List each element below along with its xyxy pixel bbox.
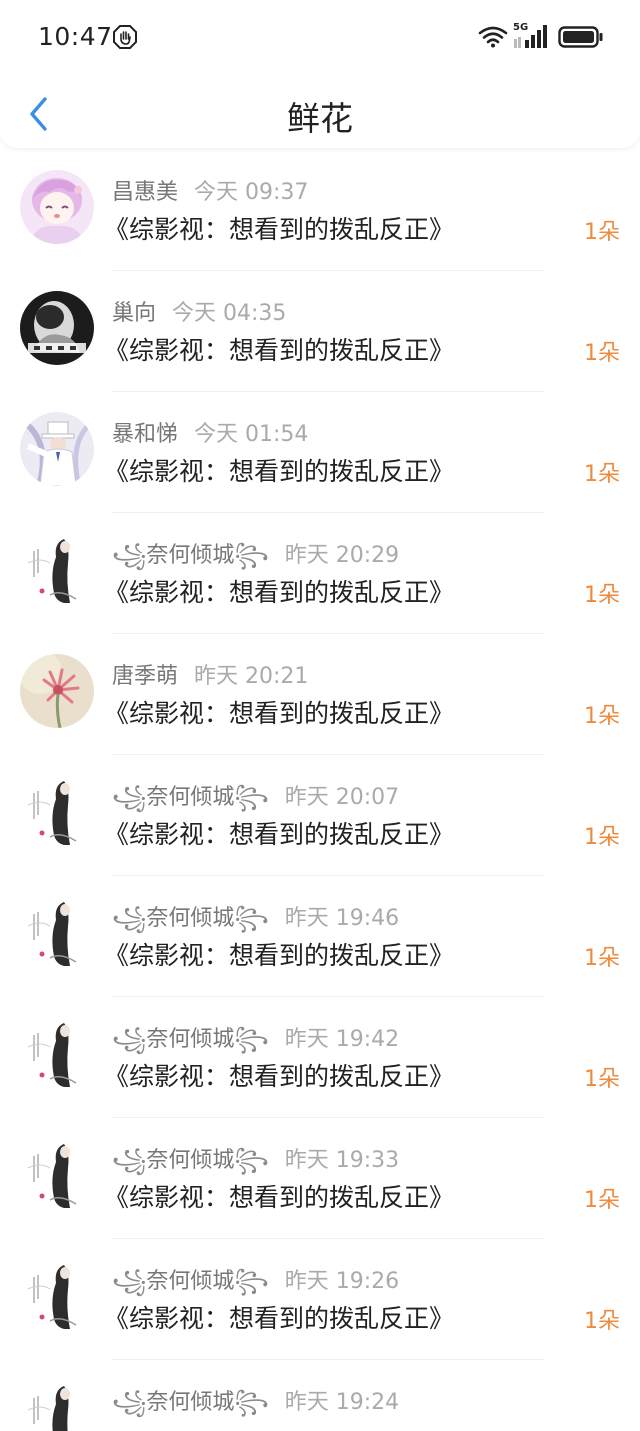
user-name[interactable]: 奈何倾城 (146, 785, 234, 810)
timestamp: 昨天 19:42 (284, 1027, 400, 1052)
user-name[interactable]: 巢向 (112, 301, 156, 326)
timestamp: 今天 09:37 (194, 180, 309, 205)
battery-icon (558, 26, 603, 48)
flower-count: 1朵 (584, 1309, 620, 1334)
decoration-right-icon: ꧂ (234, 1390, 269, 1415)
hand-stop-icon (113, 25, 137, 49)
chevron-left-icon (30, 97, 47, 131)
user-name[interactable]: 奈何倾城 (146, 543, 234, 568)
item-meta: 暴和悌 今天 01:54 (112, 416, 308, 448)
user-name[interactable]: 奈何倾城 (146, 1390, 234, 1415)
avatar[interactable] (20, 896, 94, 970)
timestamp: 昨天 19:24 (284, 1390, 400, 1415)
decoration-left-icon: ꧁ (112, 543, 147, 568)
wifi-icon (478, 26, 508, 48)
item-meta: 唐季萌 昨天 20:21 (112, 658, 308, 690)
status-bar: 10:47 5G (0, 0, 640, 76)
avatar[interactable] (20, 170, 94, 244)
book-title[interactable]: 《综影视：想看到的拨乱反正》 (104, 452, 454, 488)
flower-count: 1朵 (584, 1188, 620, 1213)
timestamp: 今天 01:54 (194, 422, 309, 447)
list-item[interactable]: ꧁奈何倾城꧂ 昨天 19:26 《综影视：想看到的拨乱反正》 1朵 (0, 1239, 640, 1360)
flower-count: 1朵 (584, 1067, 620, 1092)
timestamp: 昨天 20:07 (284, 785, 400, 810)
book-title[interactable]: 《综影视：想看到的拨乱反正》 (104, 573, 454, 609)
list-item[interactable]: 昌惠美 今天 09:37 《综影视：想看到的拨乱反正》 1朵 (0, 150, 640, 271)
item-meta: 巢向 今天 04:35 (112, 295, 286, 327)
decoration-left-icon: ꧁ (112, 1148, 147, 1173)
avatar[interactable] (20, 1259, 94, 1333)
list-item[interactable]: 巢向 今天 04:35 《综影视：想看到的拨乱反正》 1朵 (0, 271, 640, 392)
book-title[interactable]: 《综影视：想看到的拨乱反正》 (104, 331, 454, 367)
decoration-left-icon: ꧁ (112, 906, 147, 931)
decoration-left-icon: ꧁ (112, 1269, 147, 1294)
book-title[interactable]: 《综影视：想看到的拨乱反正》 (104, 1178, 454, 1214)
book-title[interactable]: 《综影视：想看到的拨乱反正》 (104, 815, 454, 851)
flower-count: 1朵 (584, 583, 620, 608)
decoration-right-icon: ꧂ (234, 1269, 269, 1294)
decoration-right-icon: ꧂ (234, 543, 269, 568)
list-item[interactable]: ꧁奈何倾城꧂ 昨天 19:42 《综影视：想看到的拨乱反正》 1朵 (0, 997, 640, 1118)
signal-icon (514, 25, 547, 48)
decoration-right-icon: ꧂ (234, 906, 269, 931)
timestamp: 昨天 20:29 (284, 543, 400, 568)
list-item[interactable]: ꧁奈何倾城꧂ 昨天 19:24 (0, 1360, 640, 1431)
avatar[interactable] (20, 412, 94, 486)
list-item[interactable]: ꧁奈何倾城꧂ 昨天 20:07 《综影视：想看到的拨乱反正》 1朵 (0, 755, 640, 876)
user-name[interactable]: 唐季萌 (112, 664, 178, 689)
decoration-left-icon: ꧁ (112, 1390, 147, 1415)
decoration-right-icon: ꧂ (234, 1027, 269, 1052)
timestamp: 昨天 19:33 (284, 1148, 400, 1173)
status-time: 10:47 (38, 22, 113, 51)
timestamp: 昨天 20:21 (194, 664, 309, 689)
book-title[interactable]: 《综影视：想看到的拨乱反正》 (104, 694, 454, 730)
user-name[interactable]: 昌惠美 (112, 180, 178, 205)
user-name[interactable]: 暴和悌 (112, 422, 178, 447)
timestamp: 今天 04:35 (172, 301, 287, 326)
avatar[interactable] (20, 775, 94, 849)
flower-count: 1朵 (584, 946, 620, 971)
list-item[interactable]: 唐季萌 昨天 20:21 《综影视：想看到的拨乱反正》 1朵 (0, 634, 640, 755)
user-name[interactable]: 奈何倾城 (146, 1269, 234, 1294)
item-meta: ꧁奈何倾城꧂ 昨天 19:24 (112, 1384, 399, 1430)
book-title[interactable]: 《综影视：想看到的拨乱反正》 (104, 1299, 454, 1335)
decoration-right-icon: ꧂ (234, 785, 269, 810)
list-item[interactable]: ꧁奈何倾城꧂ 昨天 19:46 《综影视：想看到的拨乱反正》 1朵 (0, 876, 640, 997)
timestamp: 昨天 19:26 (284, 1269, 400, 1294)
flower-count: 1朵 (584, 462, 620, 487)
flower-count: 1朵 (584, 220, 620, 245)
back-button[interactable] (20, 92, 56, 136)
item-meta: 昌惠美 今天 09:37 (112, 174, 308, 206)
book-title[interactable]: 《综影视：想看到的拨乱反正》 (104, 210, 454, 246)
book-title[interactable]: 《综影视：想看到的拨乱反正》 (104, 936, 454, 972)
list-item[interactable]: 暴和悌 今天 01:54 《综影视：想看到的拨乱反正》 1朵 (0, 392, 640, 513)
flower-count: 1朵 (584, 704, 620, 729)
avatar[interactable] (20, 533, 94, 607)
list-item[interactable]: ꧁奈何倾城꧂ 昨天 20:29 《综影视：想看到的拨乱反正》 1朵 (0, 513, 640, 634)
flower-count: 1朵 (584, 825, 620, 850)
avatar[interactable] (20, 1017, 94, 1091)
avatar[interactable] (20, 1380, 94, 1431)
decoration-left-icon: ꧁ (112, 785, 147, 810)
user-name[interactable]: 奈何倾城 (146, 1027, 234, 1052)
flower-count: 1朵 (584, 341, 620, 366)
user-name[interactable]: 奈何倾城 (146, 906, 234, 931)
avatar[interactable] (20, 654, 94, 728)
user-name[interactable]: 奈何倾城 (146, 1148, 234, 1173)
app-header: 10:47 5G 鲜花 (0, 0, 640, 148)
decoration-left-icon: ꧁ (112, 1027, 147, 1052)
timestamp: 昨天 19:46 (284, 906, 400, 931)
avatar[interactable] (20, 291, 94, 365)
book-title[interactable]: 《综影视：想看到的拨乱反正》 (104, 1057, 454, 1093)
decoration-right-icon: ꧂ (234, 1148, 269, 1173)
page-title: 鲜花 (287, 99, 353, 138)
avatar[interactable] (20, 1138, 94, 1212)
list-item[interactable]: ꧁奈何倾城꧂ 昨天 19:33 《综影视：想看到的拨乱反正》 1朵 (0, 1118, 640, 1239)
